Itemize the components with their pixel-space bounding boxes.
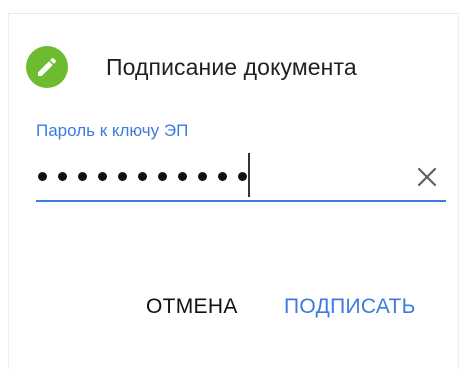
sign-button[interactable]: ПОДПИСАТЬ (284, 295, 416, 319)
password-input[interactable] (36, 150, 446, 202)
password-dot (138, 171, 147, 181)
password-dot (158, 171, 167, 181)
password-dot (58, 171, 67, 181)
dialog-header: Подписание документа (26, 46, 357, 88)
sign-document-dialog: Подписание документа Пароль к ключу ЭП О… (0, 0, 467, 369)
password-dot (118, 171, 127, 181)
password-dot (238, 171, 247, 181)
cancel-button[interactable]: ОТМЕНА (146, 295, 238, 319)
password-input-underline (36, 200, 446, 202)
password-dot (178, 171, 187, 181)
dialog-actions: ОТМЕНА ПОДПИСАТЬ (0, 295, 467, 325)
password-dot (98, 171, 107, 181)
password-dot (38, 171, 47, 181)
masked-password-value (38, 162, 258, 190)
dialog-title: Подписание документа (106, 53, 357, 80)
clear-button[interactable] (414, 164, 440, 190)
close-icon (417, 167, 437, 187)
password-dot (198, 171, 207, 181)
text-caret (248, 153, 250, 197)
password-dot (218, 171, 227, 181)
dialog-edge-top (8, 13, 459, 14)
password-field-label: Пароль к ключу ЭП (36, 121, 189, 140)
password-dot (78, 171, 87, 181)
pencil-icon (26, 46, 68, 88)
